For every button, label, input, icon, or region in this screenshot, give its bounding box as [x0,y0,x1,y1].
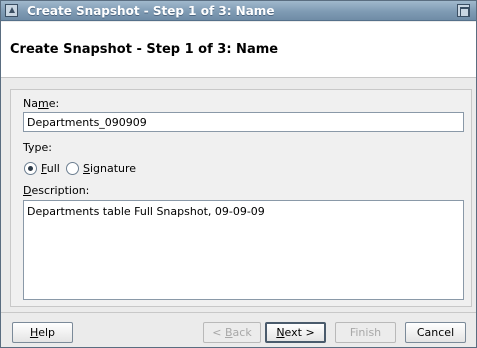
next-button-mnemonic: N [276,326,285,339]
description-label: Description: [23,184,89,197]
type-label: Type: [23,141,52,154]
type-full-text: ull [46,162,60,175]
back-button-text: ack [232,326,252,339]
button-bar-separator [1,312,476,313]
next-button-text: ext > [284,326,315,339]
name-input[interactable] [23,112,464,132]
wizard-content-panel: Name: Type: Full Signature Description: … [10,89,472,307]
next-button[interactable]: Next > [265,322,326,343]
title-bar[interactable]: Create Snapshot - Step 1 of 3: Name [1,1,476,21]
window-title: Create Snapshot - Step 1 of 3: Name [27,4,275,18]
cancel-button-label: Cancel [416,326,455,339]
finish-button[interactable]: Finish [335,322,396,343]
help-button-mnemonic: H [29,326,39,339]
description-label-text: escription: [31,184,90,197]
wizard-header: Create Snapshot - Step 1 of 3: Name [1,22,476,78]
description-textarea[interactable]: Departments table Full Snapshot, 09-09-0… [23,200,464,300]
back-button-pre: < [212,326,225,339]
name-label-mnemonic: m [37,97,49,110]
window-menu-icon[interactable] [5,4,18,17]
cancel-button[interactable]: Cancel [405,322,466,343]
back-button-mnemonic: B [225,326,233,339]
help-button-text: elp [38,326,56,339]
page-title: Create Snapshot - Step 1 of 3: Name [10,42,279,57]
type-signature-radio[interactable] [66,162,79,175]
create-snapshot-dialog: Create Snapshot - Step 1 of 3: Name Crea… [0,0,477,348]
maximize-icon[interactable] [457,4,470,17]
back-button[interactable]: < Back [203,322,261,343]
name-label: Name: [23,97,59,110]
type-full-radio[interactable] [24,162,37,175]
type-signature-mnemonic: S [83,162,90,175]
type-full-label[interactable]: Full [41,162,60,175]
type-signature-text: ignature [89,162,137,175]
name-label-text: Na [23,97,38,110]
type-signature-label[interactable]: Signature [83,162,136,175]
name-label-text-end: e: [48,97,60,110]
finish-button-label: Finish [349,326,382,339]
help-button[interactable]: Help [12,322,73,343]
